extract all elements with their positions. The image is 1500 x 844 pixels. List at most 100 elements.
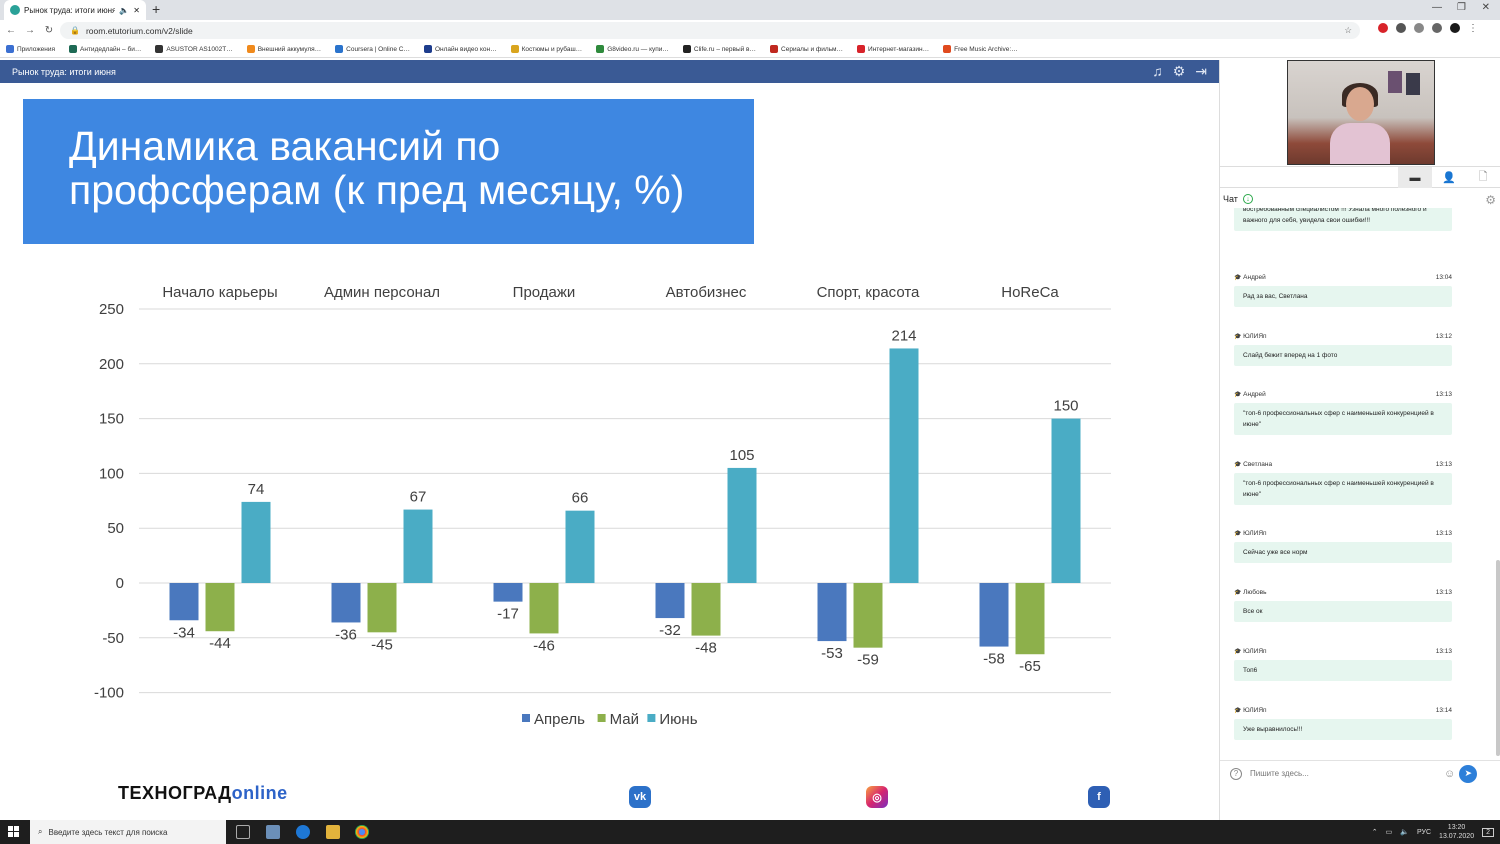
task-view-icon[interactable] xyxy=(236,825,250,839)
notifications-icon[interactable]: 2 xyxy=(1482,827,1494,837)
data-label: -46 xyxy=(533,637,555,654)
volume-icon[interactable]: 🔈 xyxy=(1400,828,1409,836)
chat-message-text: Все ок xyxy=(1234,601,1452,622)
minimize-button[interactable]: — xyxy=(1432,2,1442,13)
bookmark-label: Онлайн видео кон… xyxy=(434,45,497,53)
language-indicator[interactable]: РУС xyxy=(1417,829,1431,836)
category-label: Продажи xyxy=(513,284,576,301)
data-label: -48 xyxy=(695,640,717,657)
music-icon[interactable]: ♫ xyxy=(1152,63,1163,80)
profile-avatar-icon[interactable] xyxy=(1450,23,1460,33)
bookmark-item[interactable]: Сериалы и фильм… xyxy=(764,45,851,53)
extension-icon[interactable] xyxy=(1396,23,1406,33)
help-icon[interactable]: ? xyxy=(1230,767,1242,780)
chat-settings-icon[interactable]: ⚙ xyxy=(1485,193,1496,207)
bar xyxy=(565,510,595,583)
bar xyxy=(655,583,685,619)
chat-message-text: Сейчас уже все норм xyxy=(1234,542,1452,563)
facebook-icon[interactable]: f xyxy=(1088,786,1110,808)
bookmark-item[interactable]: Clife.ru – первый в… xyxy=(677,45,764,53)
url-field[interactable]: 🔒 room.etutorium.com/v2/slide ☆ xyxy=(60,22,1360,39)
chrome-icon[interactable] xyxy=(355,825,369,839)
bookmark-favicon-icon xyxy=(596,45,605,53)
chat-author: Светлана xyxy=(1234,461,1272,471)
bookmark-favicon-icon xyxy=(943,45,952,53)
browser-tab[interactable]: Рынок труда: итоги июня 🔈 ✕ xyxy=(4,0,146,20)
bookmark-item[interactable]: G8video.ru — купи… xyxy=(590,45,677,53)
puzzle-icon[interactable] xyxy=(1432,23,1442,33)
clock[interactable]: 13:20 13.07.2020 xyxy=(1439,823,1474,841)
download-chat-icon[interactable]: ↓ xyxy=(1242,194,1253,204)
bookmark-item[interactable]: Антидедлайн – би… xyxy=(63,45,149,53)
y-tick-label: -100 xyxy=(94,685,124,702)
bookmark-item[interactable]: Coursera | Online C… xyxy=(329,45,418,53)
brand-logo: ТЕХНОГРАДonline xyxy=(118,783,288,804)
reload-button[interactable]: ↻ xyxy=(41,25,57,36)
bookmark-label: Костюмы и рубаш… xyxy=(521,45,583,53)
chat-message-text: Уже выравнилось!!! xyxy=(1234,719,1452,740)
chat-message-text: "топ-6 профессиональных сфер с наименьше… xyxy=(1234,473,1452,505)
bookmark-star-icon[interactable]: ☆ xyxy=(1344,25,1352,36)
vk-icon[interactable]: vk xyxy=(629,786,651,808)
bookmark-item[interactable]: Приложения xyxy=(0,45,63,53)
extensions: ⋮ xyxy=(1378,23,1478,34)
windows-start-icon[interactable] xyxy=(8,826,20,838)
maximize-button[interactable]: ❐ xyxy=(1457,2,1466,13)
chevron-up-icon[interactable]: ⌃ xyxy=(1372,828,1378,836)
taskbar-search[interactable]: ⌕ Введите здесь текст для поиска xyxy=(30,820,226,844)
emoji-icon[interactable]: ☺ xyxy=(1444,768,1455,780)
settings-gear-icon[interactable]: ⚙ xyxy=(1173,63,1186,80)
tab-chat-icon[interactable]: ▬ xyxy=(1398,167,1432,188)
chat-header: Чат ↓ xyxy=(1223,194,1253,204)
audio-icon[interactable]: 🔈 xyxy=(119,6,129,15)
file-explorer-icon[interactable] xyxy=(326,825,340,839)
send-button[interactable]: ➤ xyxy=(1459,764,1478,783)
chat-scrollbar[interactable] xyxy=(1496,560,1500,756)
chat-time: 13:13 xyxy=(1435,589,1452,596)
extension-icon[interactable] xyxy=(1414,23,1424,33)
chat-message: ЮЛИЯп 13:13 Сейчас уже все норм xyxy=(1234,530,1452,563)
chat-time: 13:04 xyxy=(1435,274,1452,281)
tab-close-icon[interactable]: ✕ xyxy=(133,6,140,15)
tab-files-icon[interactable]: 🗋 xyxy=(1466,167,1500,188)
chat-message: востребованным специалистом"!!! Узнала м… xyxy=(1234,208,1452,231)
data-label: -53 xyxy=(821,645,843,662)
data-label: -36 xyxy=(335,626,357,643)
bookmark-item[interactable]: Free Music Archive:… xyxy=(937,45,1026,53)
new-tab-button[interactable]: + xyxy=(152,1,160,17)
chat-author: ЮЛИЯп xyxy=(1234,333,1266,343)
chat-input-row: ? ☺ ➤ xyxy=(1220,760,1500,786)
chat-message: Светлана 13:13 "топ-6 профессиональных сфе… xyxy=(1234,461,1452,505)
menu-dots-icon[interactable]: ⋮ xyxy=(1468,23,1478,34)
data-label: 67 xyxy=(410,489,427,506)
bar xyxy=(331,583,361,623)
bookmark-item[interactable]: Интернет-магазин… xyxy=(851,45,937,53)
bookmark-label: Free Music Archive:… xyxy=(954,45,1018,53)
tab-users-icon[interactable]: 👤 xyxy=(1432,167,1466,188)
instagram-icon[interactable]: ◎ xyxy=(866,786,888,808)
back-button[interactable]: ← xyxy=(3,25,19,36)
side-panel: ▬ 👤 🗋 Чат ↓ ⚙ востребованным специалисто… xyxy=(1219,60,1500,820)
bar xyxy=(1051,418,1081,583)
exit-icon[interactable]: ⇥ xyxy=(1195,63,1207,80)
chat-message-header: ЮЛИЯп 13:13 xyxy=(1234,648,1452,658)
forward-button[interactable]: → xyxy=(22,25,38,36)
bookmark-item[interactable]: Онлайн видео кон… xyxy=(418,45,505,53)
bookmark-item[interactable]: Костюмы и рубаш… xyxy=(505,45,591,53)
edge-icon[interactable] xyxy=(296,825,310,839)
network-icon[interactable]: ▭ xyxy=(1386,828,1393,836)
url-text: room.etutorium.com/v2/slide xyxy=(85,25,193,36)
data-label: -17 xyxy=(497,606,519,623)
app-icon[interactable] xyxy=(266,825,280,839)
close-window-button[interactable]: ✕ xyxy=(1482,2,1490,13)
panel-tabs: ▬ 👤 🗋 xyxy=(1220,166,1500,188)
bookmark-item[interactable]: Внешний аккумуля… xyxy=(241,45,329,53)
bookmark-item[interactable]: ASUSTOR AS1002T… xyxy=(149,45,240,53)
y-tick-label: 50 xyxy=(107,520,124,537)
chat-message-text: Слайд бежит вперед на 1 фото xyxy=(1234,345,1452,366)
chat-message: ЮЛИЯп 13:14 Уже выравнилось!!! xyxy=(1234,707,1452,740)
chat-author: ЮЛИЯп xyxy=(1234,648,1266,658)
chat-input[interactable] xyxy=(1250,769,1440,778)
chat-time: 13:12 xyxy=(1435,333,1452,340)
extension-adblock-icon[interactable] xyxy=(1378,23,1388,33)
